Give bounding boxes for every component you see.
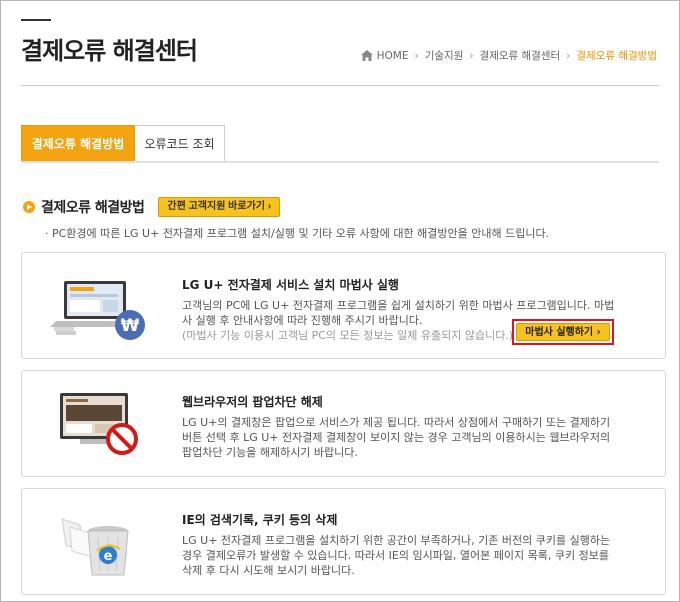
card-clear-history: e IE의 검색기록, 쿠키 등의 삭제 LG U+ 전자결제 프로그램을 설치… — [21, 488, 666, 595]
laptop-won-icon: ₩ — [50, 281, 145, 340]
quick-support-button[interactable]: 간편 고객지원 바로가기 › — [158, 197, 281, 217]
page-frame: 결제오류 해결센터 HOME › 기술지원 › 결제오류 해결센터 › 결제오류… — [0, 0, 680, 602]
svg-text:₩: ₩ — [121, 316, 140, 336]
arrow-bullet-icon — [23, 201, 35, 213]
breadcrumb: HOME › 기술지원 › 결제오류 해결센터 › 결제오류 해결방법 — [360, 48, 657, 63]
tab-error-solutions[interactable]: 결제오류 해결방법 — [21, 125, 135, 161]
svg-text:e: e — [104, 549, 113, 564]
breadcrumb-tech-support[interactable]: 기술지원 — [425, 48, 464, 63]
breadcrumb-separator: › — [469, 49, 474, 62]
section-description: · PC환경에 따른 LG U+ 전자결제 프로그램 설치/실행 및 기타 오류… — [45, 227, 550, 240]
card-title: LG U+ 전자결제 서비스 설치 마법사 실행 — [182, 278, 399, 292]
card-note: (마법사 기능 이용시 고객님 PC의 모든 정보는 일체 유출되지 않습니다.… — [182, 329, 514, 342]
section-title: 결제오류 해결방법 — [41, 200, 145, 216]
tab-error-code-lookup[interactable]: 오류코드 조회 — [135, 125, 225, 161]
title-divider — [21, 85, 659, 86]
card-install-wizard: ₩ LG U+ 전자결제 서비스 설치 마법사 실행 고객님의 PC에 LG U… — [21, 252, 666, 359]
card-description: LG U+ 전자결제 프로그램을 설치하기 위한 공간이 부족하거나, 기존 버… — [182, 534, 611, 577]
page-title: 결제오류 해결센터 — [21, 37, 198, 65]
wizard-button-highlight: 마법사 실행하기 › — [512, 319, 614, 345]
tab-underline — [21, 161, 659, 163]
card-description: LG U+의 결제창은 팝업으로 서비스가 제공 됩니다. 따라서 상점에서 구… — [182, 416, 611, 459]
card-popup-block: 웹브라우저의 팝업차단 해제 LG U+의 결제창은 팝업으로 서비스가 제공 … — [21, 370, 666, 477]
card-title: IE의 검색기록, 쿠키 등의 삭제 — [182, 513, 338, 527]
tab-bar: 결제오류 해결방법 오류코드 조회 — [21, 125, 225, 161]
card-title: 웹브라우저의 팝업차단 해제 — [182, 395, 323, 409]
breadcrumb-current: 결제오류 해결방법 — [576, 50, 657, 62]
breadcrumb-separator: › — [566, 49, 571, 62]
title-accent-line — [21, 19, 51, 21]
section-header: 결제오류 해결방법 간편 고객지원 바로가기 › — [23, 197, 281, 217]
trash-ie-icon: e — [61, 518, 129, 576]
blocked-browser-icon — [60, 393, 138, 455]
run-wizard-button[interactable]: 마법사 실행하기 › — [516, 323, 610, 341]
breadcrumb-home[interactable]: HOME — [377, 50, 409, 62]
breadcrumb-error-center[interactable]: 결제오류 해결센터 — [480, 48, 561, 63]
breadcrumb-separator: › — [414, 49, 419, 62]
home-icon — [360, 50, 373, 61]
